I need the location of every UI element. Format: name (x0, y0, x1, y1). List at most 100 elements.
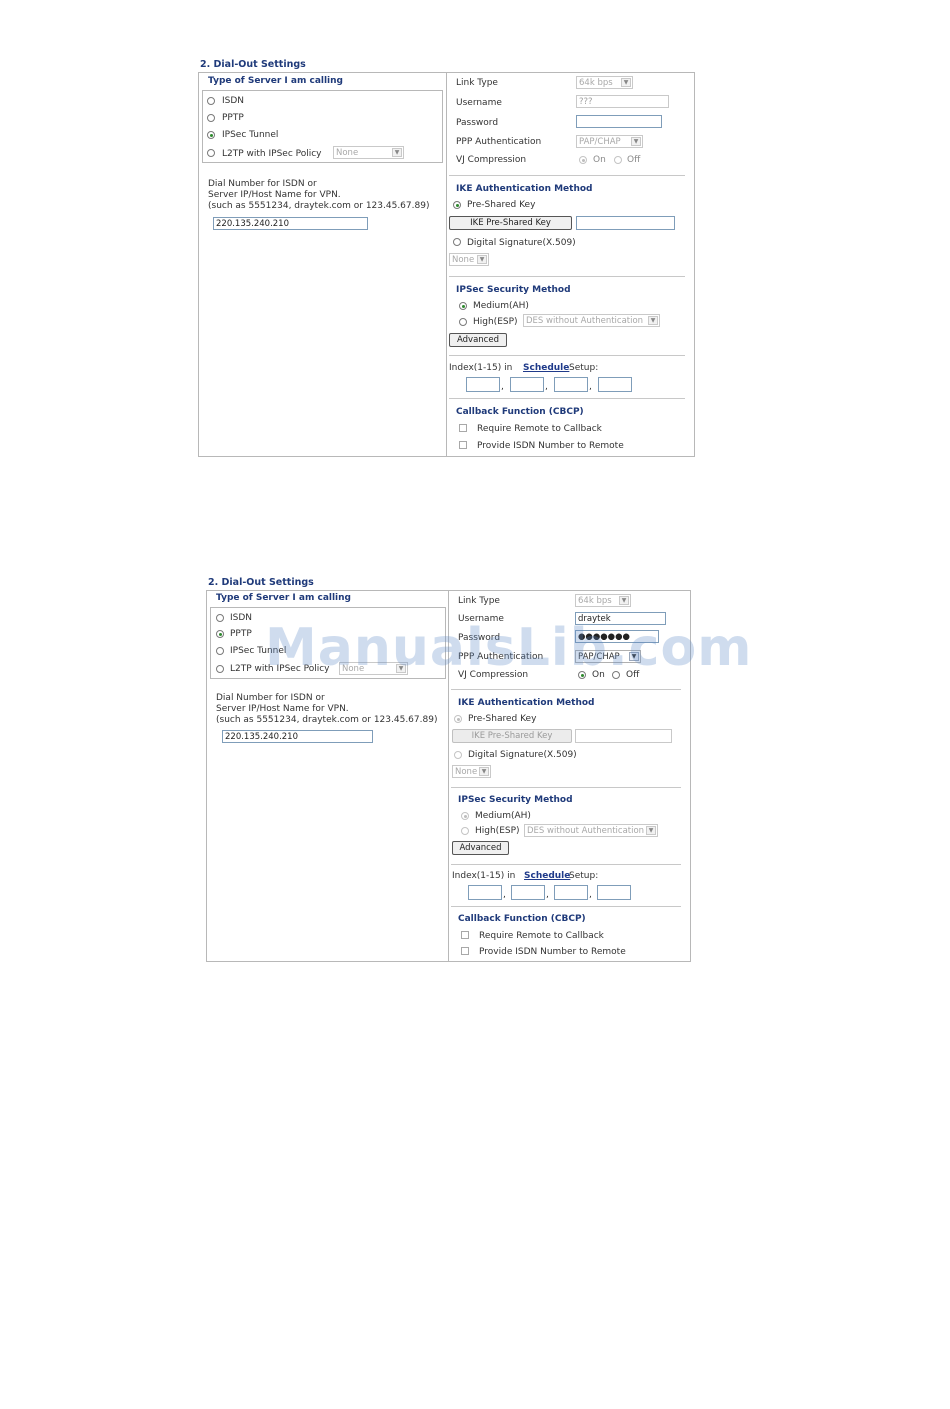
column-divider (446, 72, 447, 457)
chevron-down-icon: ▼ (631, 137, 641, 146)
username-input[interactable]: ??? (576, 95, 669, 108)
link-type-label: Link Type (458, 596, 500, 606)
digital-signature-select[interactable]: None ▼ (452, 765, 491, 778)
schedule-index-2-input[interactable] (511, 885, 545, 900)
link-type-select[interactable]: 64k bps ▼ (576, 76, 633, 89)
password-input[interactable] (576, 115, 662, 128)
schedule-index-3-input[interactable] (554, 377, 588, 392)
vj-compression-label: VJ Compression (456, 155, 527, 165)
dial-label-line1: Dial Number for ISDN or (208, 179, 317, 189)
high-esp-select[interactable]: DES without Authentication ▼ (523, 314, 660, 327)
schedule-index-1-input[interactable] (466, 377, 500, 392)
chevron-down-icon: ▼ (648, 316, 658, 325)
high-esp-label: High(ESP) (473, 317, 518, 327)
high-esp-radio[interactable] (461, 827, 469, 835)
password-label: Password (456, 118, 499, 128)
vj-off-radio[interactable] (614, 156, 622, 164)
section-title: 2. Dial-Out Settings (208, 577, 314, 588)
medium-ah-radio[interactable] (459, 302, 467, 310)
high-esp-value: DES without Authentication (526, 316, 644, 326)
medium-ah-label: Medium(AH) (475, 811, 531, 821)
schedule-index-3-input[interactable] (554, 885, 588, 900)
divider (449, 276, 685, 277)
isdn-label: ISDN (222, 96, 245, 106)
chevron-down-icon: ▼ (619, 596, 629, 605)
chevron-down-icon: ▼ (621, 78, 631, 87)
advanced-button[interactable]: Advanced (449, 333, 507, 347)
watermark: ManualsLib.com (265, 618, 753, 678)
ipsec-tunnel-radio[interactable] (216, 647, 224, 655)
dial-label-line2: Server IP/Host Name for VPN. (216, 704, 349, 714)
link-type-select[interactable]: 64k bps ▼ (575, 594, 631, 607)
comma: , (545, 382, 548, 392)
vj-on-label: On (593, 155, 606, 165)
vj-off-label: Off (627, 155, 641, 165)
ipsec-tunnel-label: IPSec Tunnel (222, 130, 279, 140)
schedule-link[interactable]: Schedule (523, 363, 569, 373)
index-prefix-label: Index(1-15) in (449, 363, 513, 373)
ppp-auth-select[interactable]: PAP/CHAP ▼ (576, 135, 643, 148)
comma: , (546, 890, 549, 900)
pptp-radio[interactable] (216, 630, 224, 638)
ike-pre-shared-key-button[interactable]: IKE Pre-Shared Key (452, 729, 572, 743)
require-callback-label: Require Remote to Callback (479, 931, 604, 941)
divider (451, 689, 681, 690)
high-esp-label: High(ESP) (475, 826, 520, 836)
digital-signature-value: None (452, 255, 475, 265)
schedule-index-4-input[interactable] (598, 377, 632, 392)
dial-label-line1: Dial Number for ISDN or (216, 693, 325, 703)
digital-signature-radio[interactable] (454, 751, 462, 759)
schedule-index-1-input[interactable] (468, 885, 502, 900)
divider (449, 355, 685, 356)
pptp-radio[interactable] (207, 114, 215, 122)
provide-isdn-checkbox[interactable] (461, 947, 469, 955)
callback-title: Callback Function (CBCP) (456, 407, 584, 417)
chevron-down-icon: ▼ (392, 148, 402, 157)
l2tp-policy-select[interactable]: None ▼ (333, 146, 404, 159)
advanced-button[interactable]: Advanced (452, 841, 509, 855)
high-esp-radio[interactable] (459, 318, 467, 326)
ike-pre-shared-key-input[interactable] (576, 216, 675, 230)
schedule-index-4-input[interactable] (597, 885, 631, 900)
require-callback-checkbox[interactable] (461, 931, 469, 939)
dial-number-input[interactable]: 220.135.240.210 (222, 730, 373, 743)
isdn-radio[interactable] (216, 614, 224, 622)
divider (449, 398, 685, 399)
pptp-label: PPTP (230, 629, 252, 639)
username-label: Username (456, 98, 502, 108)
vj-on-radio[interactable] (579, 156, 587, 164)
chevron-down-icon: ▼ (646, 826, 656, 835)
l2tp-radio[interactable] (216, 665, 224, 673)
schedule-index-2-input[interactable] (510, 377, 544, 392)
comma: , (501, 382, 504, 392)
divider (449, 175, 685, 176)
ike-pre-shared-key-button[interactable]: IKE Pre-Shared Key (449, 216, 572, 230)
high-esp-select[interactable]: DES without Authentication ▼ (524, 824, 658, 837)
index-suffix-label: Setup: (569, 363, 599, 373)
chevron-down-icon: ▼ (479, 767, 489, 776)
isdn-radio[interactable] (207, 97, 215, 105)
callback-title: Callback Function (CBCP) (458, 914, 586, 924)
pre-shared-key-radio[interactable] (454, 715, 462, 723)
medium-ah-radio[interactable] (461, 812, 469, 820)
divider (451, 787, 681, 788)
provide-isdn-checkbox[interactable] (459, 441, 467, 449)
ike-auth-title: IKE Authentication Method (456, 184, 593, 194)
digital-signature-radio[interactable] (453, 238, 461, 246)
dial-number-input[interactable]: 220.135.240.210 (213, 217, 368, 230)
digital-signature-label: Digital Signature(X.509) (468, 750, 577, 760)
schedule-link[interactable]: Schedule (524, 871, 570, 881)
ike-pre-shared-key-input[interactable] (575, 729, 672, 743)
require-callback-checkbox[interactable] (459, 424, 467, 432)
l2tp-radio[interactable] (207, 149, 215, 157)
provide-isdn-label: Provide ISDN Number to Remote (477, 441, 624, 451)
digital-signature-label: Digital Signature(X.509) (467, 238, 576, 248)
dial-label-line3: (such as 5551234, draytek.com or 123.45.… (216, 715, 438, 725)
pre-shared-key-radio[interactable] (453, 201, 461, 209)
ipsec-security-title: IPSec Security Method (456, 285, 571, 295)
digital-signature-select[interactable]: None ▼ (449, 253, 489, 266)
ipsec-tunnel-radio[interactable] (207, 131, 215, 139)
require-callback-label: Require Remote to Callback (477, 424, 602, 434)
dial-label-line3: (such as 5551234, draytek.com or 123.45.… (208, 201, 430, 211)
index-suffix-label: Setup: (569, 871, 599, 881)
